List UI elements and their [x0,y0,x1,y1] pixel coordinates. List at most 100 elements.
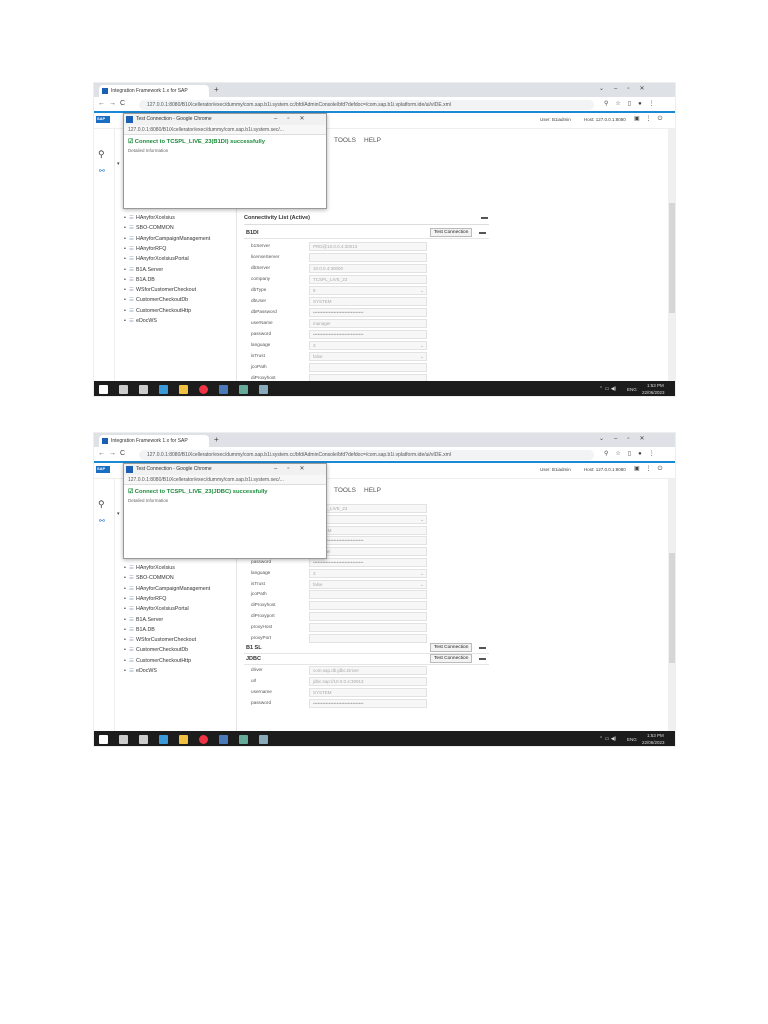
tree-item[interactable]: HAnyforRFQ [136,596,166,602]
text-field[interactable] [309,590,427,600]
window-controls[interactable]: ⌄–▫✕ [599,85,655,92]
tree-item[interactable]: CustomerCheckoutDb [136,297,188,303]
language-indicator[interactable]: ENG [627,737,637,742]
text-field[interactable] [309,601,427,611]
app-icon[interactable] [219,735,228,744]
tree-item[interactable]: eDocWS [136,668,157,674]
select-field[interactable]: false ⌄ [309,579,427,589]
tree-collapse-icon[interactable]: ▾ [117,161,120,167]
app-icon[interactable] [259,735,268,744]
collapse-icon[interactable] [479,658,486,660]
test-connection-button[interactable]: Test Connection [430,228,473,237]
tree-item[interactable]: SBO-COMMON [136,575,174,581]
select-field[interactable]: 3 ⌄ [309,568,427,578]
tree-item[interactable]: B1A.DB [136,627,155,633]
collapse-icon[interactable] [479,232,486,234]
header-icons[interactable]: ▣⋮⏻ [634,465,668,473]
tree-item[interactable]: B1A.Server [136,267,163,273]
connect-icon[interactable]: ⚯ [99,167,105,175]
window-controls[interactable]: ⌄–▫✕ [599,435,655,442]
chrome-icon[interactable] [199,385,208,394]
test-connection-button[interactable]: Test Connection [430,643,473,653]
text-field[interactable]: •••••••••••••••••••••••••••••••• [309,330,427,339]
tree-item[interactable]: CustomerCheckoutHttp [136,658,191,664]
text-field[interactable]: jdbc:sap://10.0.0.4:30013 [309,677,427,687]
start-icon[interactable] [99,735,108,744]
connect-icon[interactable]: ⚯ [99,517,105,525]
menu-help[interactable]: HELP [364,137,381,144]
explorer-icon[interactable] [179,385,188,394]
text-field[interactable]: TCSPL_LIVE_23 [309,275,427,284]
task-view-icon[interactable] [139,385,148,394]
browser-toolbar-icons[interactable]: ⚲☆▯●⋮ [604,450,662,457]
text-field[interactable]: •••••••••••••••••••••••••••••••• [309,558,427,567]
browser-tab[interactable]: Integration Framework 1.x for SAP [99,85,209,97]
tree-item[interactable]: B1A.Server [136,617,163,623]
tree-item[interactable]: CustomerCheckoutHttp [136,308,191,314]
chrome-icon[interactable] [199,735,208,744]
tray-icons[interactable]: ⌃ ▭ ◀) [599,386,616,392]
browser-toolbar-icons[interactable]: ⚲☆▯●⋮ [604,100,662,107]
text-field[interactable] [309,622,427,632]
tree-item[interactable]: CustomerCheckoutDb [136,647,188,653]
tree-item[interactable]: WSforCustomerCheckout [136,637,196,643]
tree-item[interactable]: HAnyforXcelsius [136,565,175,571]
tree-collapse-icon[interactable]: ▾ [117,511,120,517]
text-field[interactable]: •••••••••••••••••••••••••••••••• [309,308,427,317]
new-tab-button[interactable]: + [214,435,219,444]
tray-icons[interactable]: ⌃ ▭ ◀) [599,736,616,742]
ie-icon[interactable] [159,385,168,394]
scrollbar-thumb[interactable] [669,203,675,313]
tree-item[interactable]: HAnyforXcelsius [136,215,175,221]
ie-icon[interactable] [159,735,168,744]
text-field[interactable] [309,253,427,262]
app-icon[interactable] [239,735,248,744]
tree-item[interactable]: HAnyforCampaignManagement [136,586,210,592]
text-field[interactable]: manager [309,319,427,328]
collapse-icon[interactable] [481,217,488,219]
collapse-icon[interactable] [479,647,486,649]
tree-item[interactable]: eDocWS [136,318,157,324]
browser-tab[interactable]: Integration Framework 1.x for SAP [99,435,209,447]
select-field[interactable]: false ⌄ [309,352,427,361]
nav-buttons[interactable]: ←→C [98,450,129,457]
search-icon[interactable]: ⚲ [98,499,105,510]
url-input[interactable]: 127.0.0.1:8080/B1iXcellerator/exec/dummy… [139,100,594,110]
text-field[interactable]: PRD@10.0.0.4:30013 [309,242,427,251]
text-field[interactable] [309,612,427,621]
text-field[interactable]: 10.0.0.4:30000 [309,264,427,273]
app-icon[interactable] [219,385,228,394]
text-field[interactable]: SYSTEM [309,297,427,306]
language-indicator[interactable]: ENG [627,387,637,392]
scrollbar-thumb[interactable] [669,553,675,663]
search-icon[interactable]: ⚲ [98,149,105,160]
tree-item[interactable]: WSforCustomerCheckout [136,287,196,293]
nav-buttons[interactable]: ←→C [98,100,129,107]
select-field[interactable]: 9⌄ [309,286,427,295]
tree-item[interactable]: HAnyforXcelsiusPortal [136,606,189,612]
tree-item[interactable]: B1A.DB [136,277,155,283]
tree-item[interactable]: HAnyforCampaignManagement [136,236,210,242]
tree-item[interactable]: SBO-COMMON [136,225,174,231]
explorer-icon[interactable] [179,735,188,744]
test-connection-button[interactable]: Test Connection [430,654,473,664]
task-view-icon[interactable] [139,735,148,744]
popup-window-controls[interactable]: –▫✕ [274,465,315,472]
text-field[interactable]: •••••••••••••••••••••••••••••••• [309,698,427,708]
menu-help[interactable]: HELP [364,487,381,494]
new-tab-button[interactable]: + [214,85,219,94]
search-icon[interactable] [119,385,128,394]
url-input[interactable]: 127.0.0.1:8080/B1iXcellerator/exec/dummy… [139,450,594,460]
start-icon[interactable] [99,385,108,394]
tree-item[interactable]: HAnyforRFQ [136,246,166,252]
menu-tools[interactable]: TOOLS [334,137,356,144]
popup-window-controls[interactable]: –▫✕ [274,115,315,122]
text-field[interactable] [309,363,427,372]
menu-tools[interactable]: TOOLS [334,487,356,494]
search-icon[interactable] [119,735,128,744]
tree-item[interactable]: HAnyforXcelsiusPortal [136,256,189,262]
header-icons[interactable]: ▣⋮⏻ [634,115,668,123]
text-field[interactable]: SYSTEM [309,688,427,697]
text-field[interactable] [309,633,427,643]
text-field[interactable]: com.sap.db.jdbc.Driver [309,666,427,676]
